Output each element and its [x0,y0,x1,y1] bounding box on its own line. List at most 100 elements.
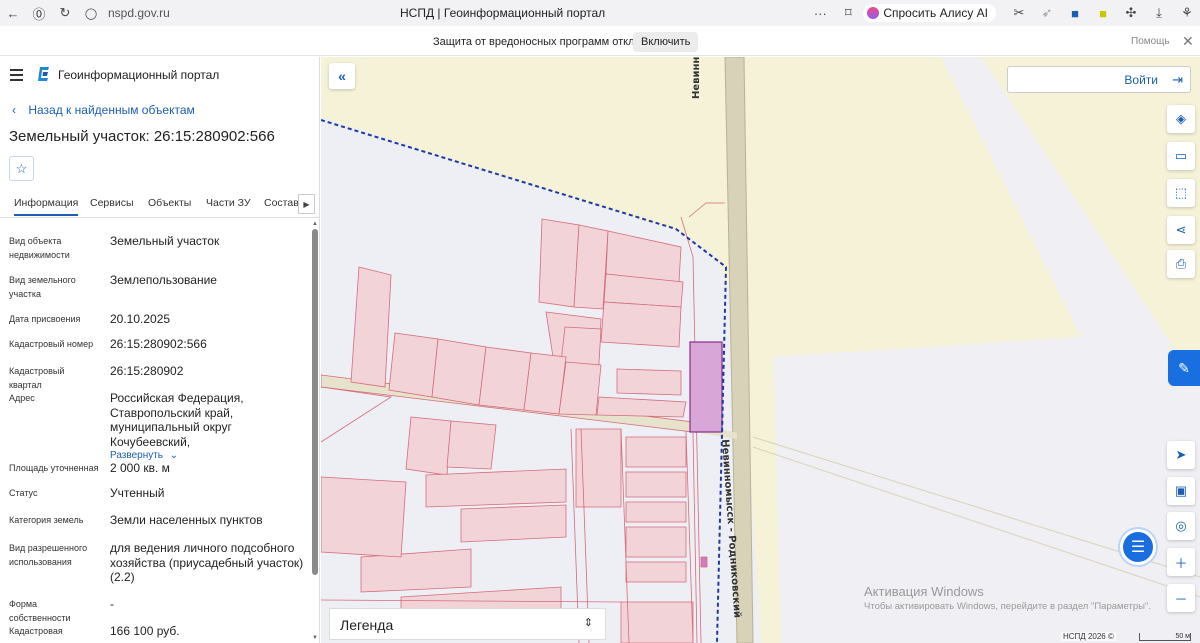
enable-protection-button[interactable]: Включить [633,32,699,52]
zoom-in-button[interactable]: ＋ [1167,548,1195,576]
browser-toolbar: ← ⓪ ↻ ◯ nspd.gov.ru НСПД | Геоинформацио… [0,0,1200,26]
property-value: 166 100 руб. [110,624,180,638]
property-label: Адрес [9,393,35,403]
site-info-icon[interactable]: ◯ [78,0,104,26]
tabs-scroll-right-button[interactable]: ▶ [298,194,315,214]
property-value: Российская Федерация, Ставропольский кра… [110,391,244,449]
back-to-results-link[interactable]: ‹ Назад к найденным объектам [12,103,195,117]
property-label: Кадастровый номер [9,339,94,349]
chat-icon: ☰ [1130,539,1146,556]
map-copyright: НСПД 2026 © [1061,632,1116,641]
more-icon[interactable]: ··· [807,0,833,26]
tab-composition[interactable]: Состав [264,197,299,209]
tab-info[interactable]: Информация [14,197,79,216]
property-label: Статус [9,488,38,498]
double-chevron-left-icon: « [338,68,346,84]
basemap-button[interactable]: ▣ [1167,477,1195,505]
portal-title: Геоинформационный портал [58,68,220,82]
layers-button[interactable]: ◈ [1167,105,1195,133]
map-canvas[interactable] [321,57,1200,643]
basemap-icon: ▣ [1174,483,1188,498]
alisa-button[interactable]: Спросить Алису AI [863,4,996,22]
portal-logo-icon [38,67,49,81]
property-value: Землепользование [110,273,217,287]
print-button[interactable]: ⎙ [1167,250,1195,278]
extension-icon[interactable]: ■ [1062,0,1088,26]
chat-button[interactable]: ☰ [1120,529,1156,565]
property-label: Кадастровый квартал [9,366,65,390]
target-icon: ◎ [1175,518,1187,533]
assistant-tab-button[interactable]: ✎ [1168,350,1200,386]
navigation-arrow-icon: ➤ [1175,447,1187,462]
profile-icon[interactable]: ⚘ [1174,0,1200,26]
puzzle-icon[interactable]: ✣ [1118,0,1144,26]
property-label: Вид объекта недвижимости [9,236,70,260]
property-value: Земли населенных пунктов [110,513,263,527]
triangle-right-icon: ▶ [303,199,310,209]
extension-icon[interactable]: ✂ [1006,0,1032,26]
chevron-down-icon: ⌄ [169,450,179,461]
my-location-button[interactable]: ◎ [1167,512,1195,540]
extension-icon[interactable]: ■ [1090,0,1116,26]
legend-dropdown[interactable]: Легенда ⇕ [329,608,606,640]
property-value: 20.10.2025 [110,312,171,326]
minus-icon: － [1174,591,1188,607]
star-icon: ☆ [15,160,28,176]
measure-button[interactable]: ▭ [1167,142,1195,170]
scale-bar: 50 м [1139,633,1191,641]
address-bar[interactable]: nspd.gov.ru [108,6,170,20]
property-value[interactable]: 26:15:280902:566 [110,337,308,352]
menu-icon[interactable] [10,69,23,84]
bookmark-icon[interactable]: ⌑ [835,0,861,26]
map-view[interactable]: Невинномысск Невинномысск - Родниковский… [321,57,1200,643]
windows-activation-subtitle: Чтобы активировать Windows, перейдите в … [864,601,1151,612]
protection-warning-bar: Защита от вредоносных программ отключена… [0,28,1200,56]
windows-activation-title: Активация Windows [864,584,984,599]
login-label: Войти [1124,73,1158,87]
collapse-panel-button[interactable]: « [329,63,355,89]
road-label: Невинномысск [691,57,702,99]
scroll-down-icon[interactable]: ▼ [312,635,318,641]
object-info-panel: Геоинформационный портал ‹ Назад к найде… [0,57,320,643]
property-label: Кадастровая [9,626,63,636]
property-value: для ведения личного подсобного хозяйства… [110,541,304,584]
printer-icon: ⎙ [1175,256,1187,271]
back-arrow-icon[interactable]: ← [0,0,26,26]
select-area-button[interactable]: ⬚ [1167,179,1195,207]
tab-bar: Информация Сервисы Объекты Части ЗУ Сост… [0,190,319,218]
property-value: 2 000 кв. м [110,461,170,475]
scroll-up-icon[interactable]: ▲ [312,221,318,227]
panel-scrollbar[interactable] [312,229,318,575]
protection-warning-text: Защита от вредоносных программ отключена [433,36,667,48]
property-label: Вид разрешенного использования [9,543,88,567]
download-icon[interactable]: ⤓ [1146,0,1172,26]
yandex-icon[interactable]: ⓪ [26,0,52,26]
selected-parcel[interactable] [689,341,723,433]
legend-label: Легенда [340,617,394,633]
close-icon[interactable]: ✕ [1182,33,1194,50]
share-button[interactable]: ⋖ [1167,216,1195,244]
favorite-button[interactable]: ☆ [9,156,34,181]
geolocation-button[interactable]: ➤ [1167,441,1195,469]
property-label: Категория земель [9,515,84,525]
tab-services[interactable]: Сервисы [90,197,134,209]
page-title: Земельный участок: 26:15:280902:566 [9,128,275,145]
reload-icon[interactable]: ↻ [52,0,78,26]
address-value: Российская Федерация, Ставропольский кра… [110,391,308,464]
back-label: Назад к найденным объектам [28,103,195,117]
help-link[interactable]: Помощь [1131,36,1170,47]
scale-label: 50 м [1175,633,1190,640]
property-label: Дата присвоения [9,314,81,324]
login-bar[interactable]: Войти ⇥ [1007,66,1191,93]
tab-parts[interactable]: Части ЗУ [206,197,251,209]
plus-icon: ＋ [1174,555,1188,571]
alisa-label: Спросить Алису AI [883,6,988,20]
tab-objects[interactable]: Объекты [148,197,191,209]
extension-icon[interactable]: ➶ [1034,0,1060,26]
property-value: - [110,597,114,611]
zoom-out-button[interactable]: － [1167,584,1195,612]
property-label: Форма собственности [9,599,71,623]
property-value[interactable]: 26:15:280902 [110,364,308,379]
chevron-left-icon: ‹ [12,103,16,117]
select-area-icon: ⬚ [1174,185,1188,200]
